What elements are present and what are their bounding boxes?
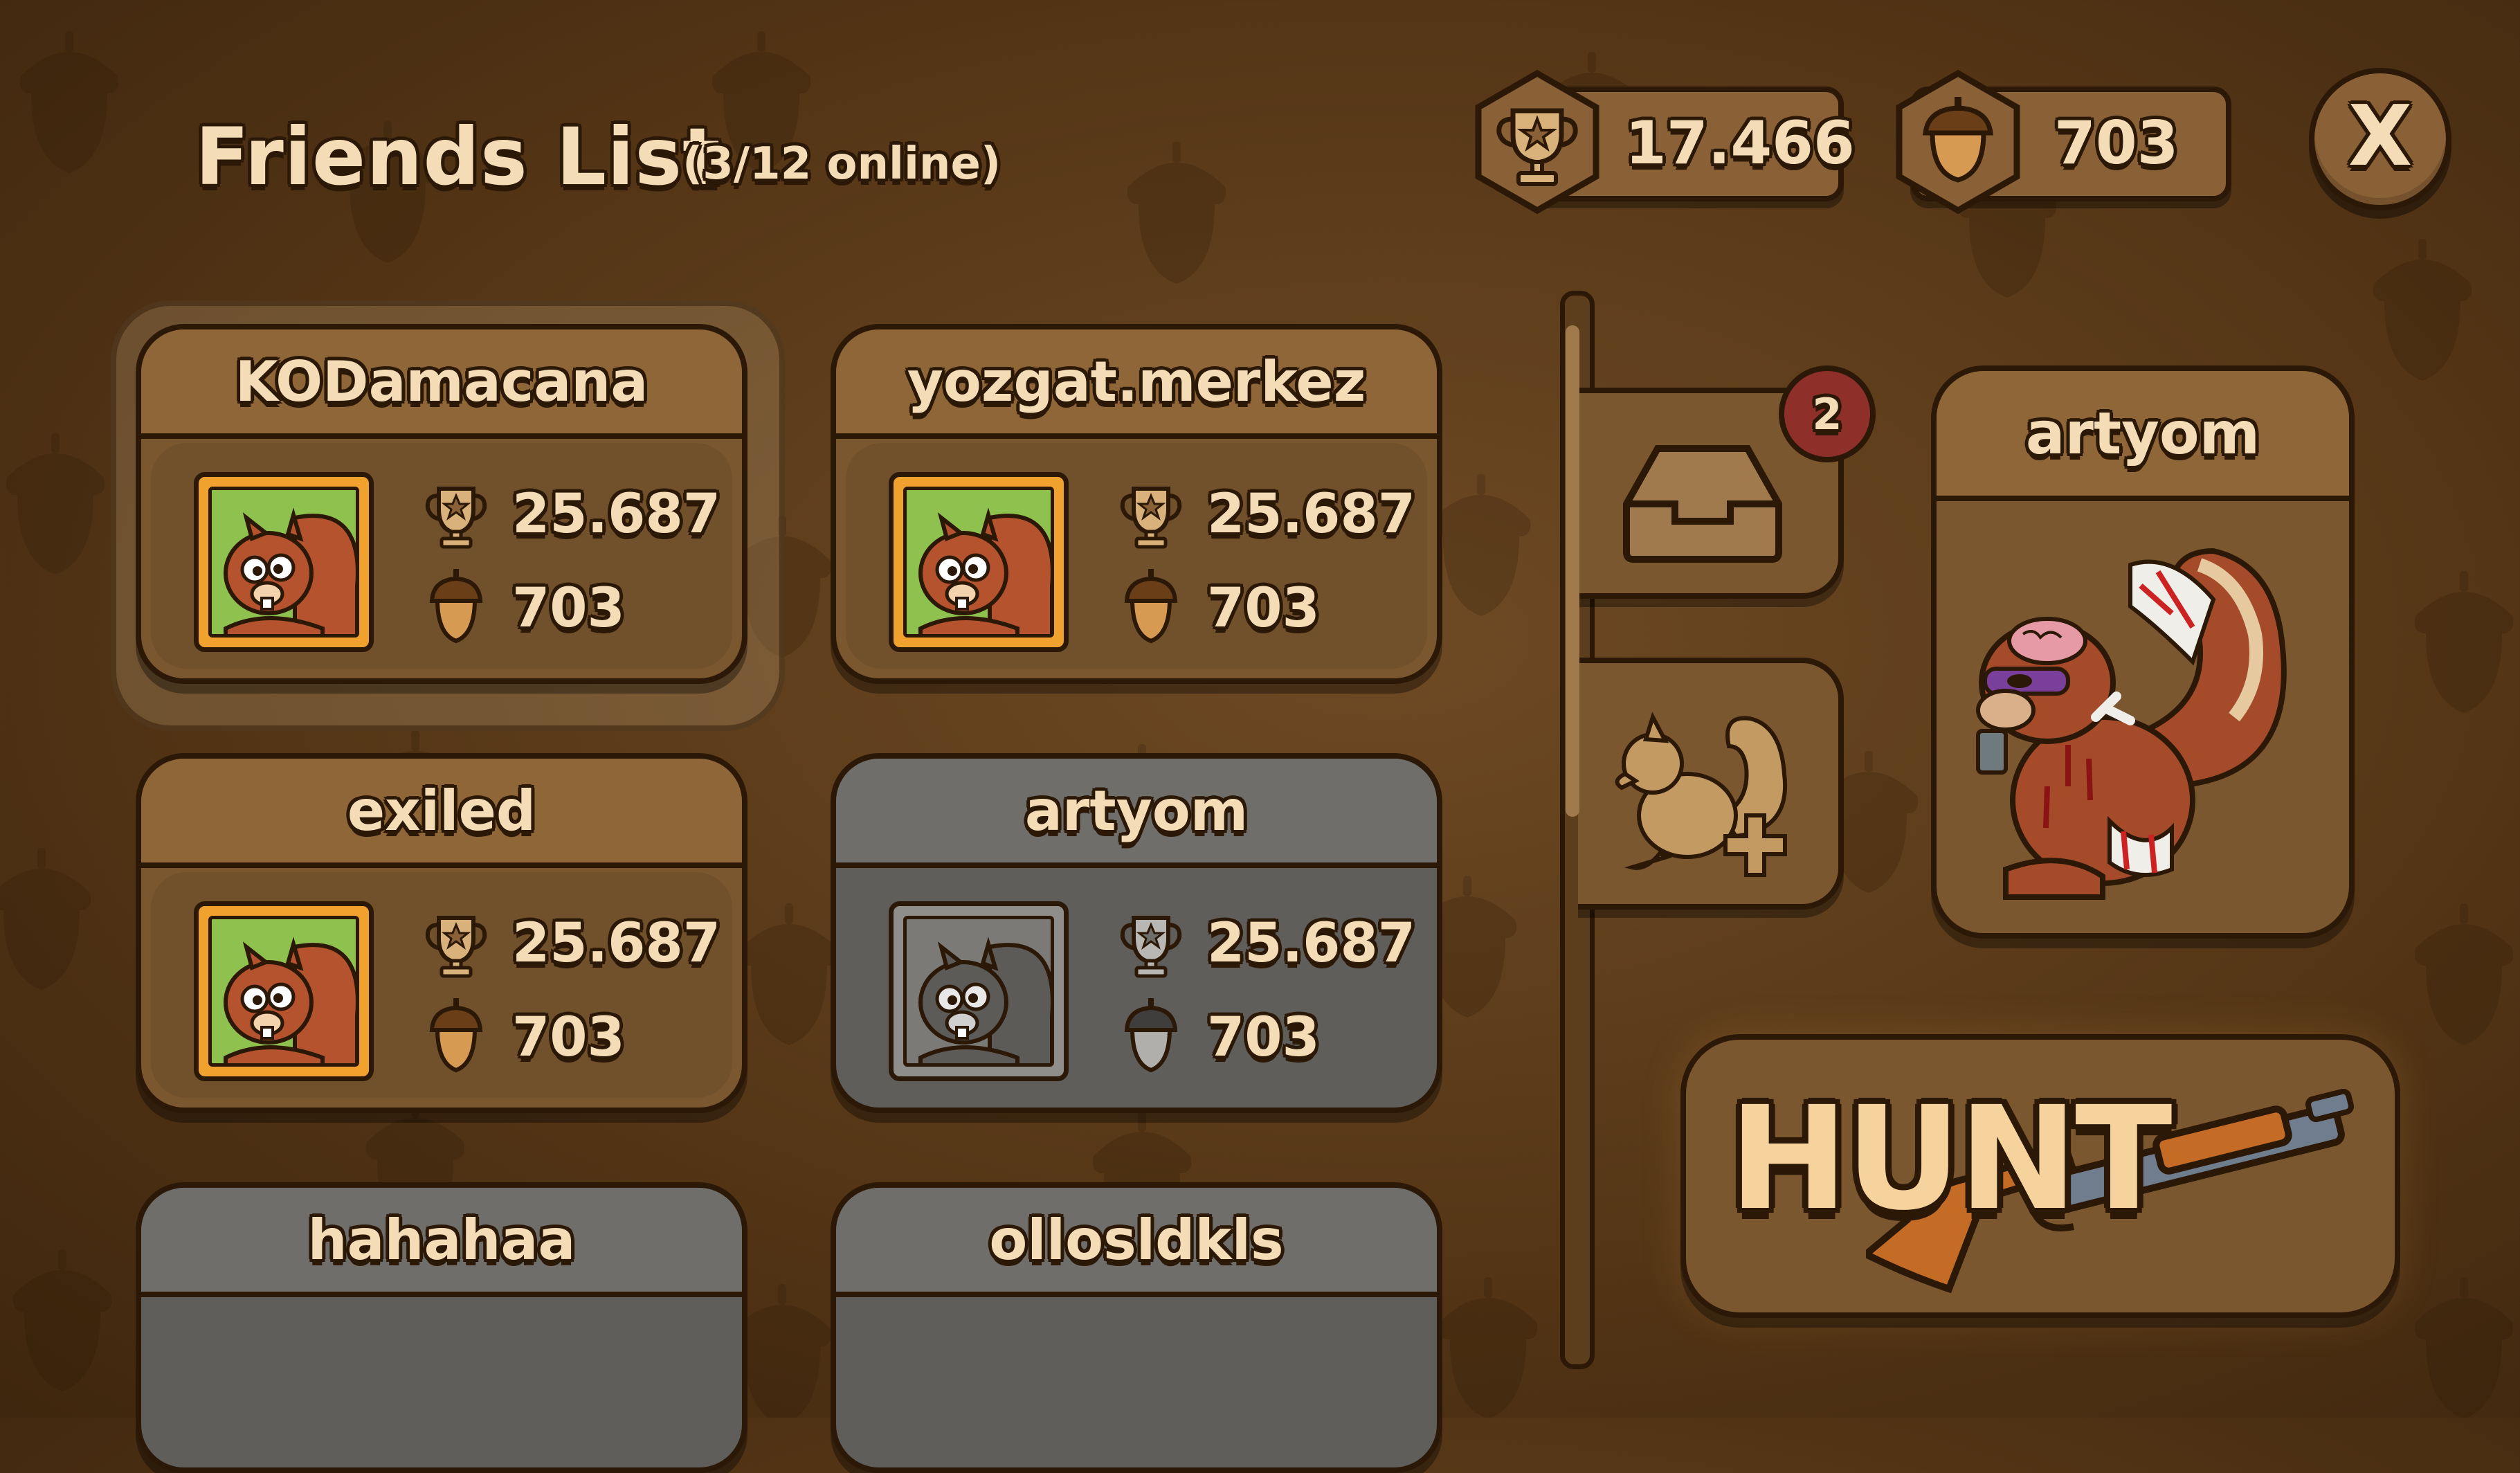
inbox-tray-icon (1623, 445, 1782, 563)
friend-card[interactable]: yozgat.merkez 25.687 703 (831, 324, 1442, 684)
friend-name: KODamacana (235, 349, 649, 414)
friend-name: artyom (1024, 778, 1249, 843)
add-friend-tab[interactable] (1578, 658, 1844, 910)
acorn-count: 703 (2054, 109, 2179, 178)
squirrel-avatar-icon (918, 937, 1051, 1063)
acorn-icon (1124, 569, 1178, 644)
inbox-notification-badge: 2 (1779, 365, 1876, 462)
profile-name: artyom (2025, 399, 2260, 467)
squirrel-avatar-icon (918, 507, 1051, 634)
acorn-icon (1896, 69, 2020, 215)
acorn-icon (1124, 998, 1178, 1073)
friend-name: yozgat.merkez (907, 349, 1366, 414)
trophy-icon (1120, 916, 1182, 978)
friend-card-offline[interactable]: ollosldkls (831, 1182, 1442, 1473)
friend-name: hahahaa (307, 1207, 576, 1272)
friend-name: exiled (347, 778, 536, 843)
friend-trophies: 25.687 (1207, 912, 1415, 975)
friend-avatar (889, 472, 1069, 652)
friend-avatar (194, 901, 374, 1081)
squirrel-avatar-icon (224, 937, 356, 1063)
trophy-icon (1120, 487, 1182, 549)
page-title: Friends List (195, 111, 721, 203)
friend-name: ollosldkls (989, 1207, 1284, 1272)
friend-acorns: 703 (512, 577, 625, 640)
friend-avatar (889, 901, 1069, 1081)
squirrel-avatar-icon (224, 507, 356, 634)
friend-trophies: 25.687 (512, 483, 720, 545)
hunt-label: HUNT (1729, 1076, 2173, 1242)
friend-card-offline[interactable]: hahahaa (136, 1182, 747, 1473)
trophy-icon (425, 487, 487, 549)
friend-avatar (194, 472, 374, 652)
acorn-icon (429, 569, 483, 644)
friend-acorns: 703 (1207, 1006, 1320, 1069)
friend-card[interactable]: exiled 25.687 703 (136, 753, 747, 1113)
friend-acorns: 703 (1207, 577, 1320, 640)
online-count: (3/12 online) (682, 138, 1001, 190)
friend-card-offline[interactable]: artyom 25.687 703 (831, 753, 1442, 1113)
selected-friend-profile: artyom (1931, 365, 2355, 939)
trophy-icon (425, 916, 487, 978)
friend-trophies: 25.687 (1207, 483, 1415, 545)
friend-trophies: 25.687 (512, 912, 720, 975)
scrollbar-thumb[interactable] (1566, 325, 1579, 817)
zombie-squirrel-icon (1976, 548, 2287, 900)
hunt-button[interactable]: HUNT (1680, 1034, 2400, 1318)
friend-card[interactable]: KODamacana 25.687 703 (136, 324, 747, 684)
trophy-count: 17.466 (1625, 109, 1855, 178)
friend-acorns: 703 (512, 1006, 625, 1069)
acorn-icon (429, 998, 483, 1073)
trophy-icon (1475, 69, 1599, 215)
close-button[interactable]: X (2309, 68, 2451, 210)
add-squirrel-icon (1615, 712, 1788, 877)
close-icon: X (2348, 89, 2413, 185)
